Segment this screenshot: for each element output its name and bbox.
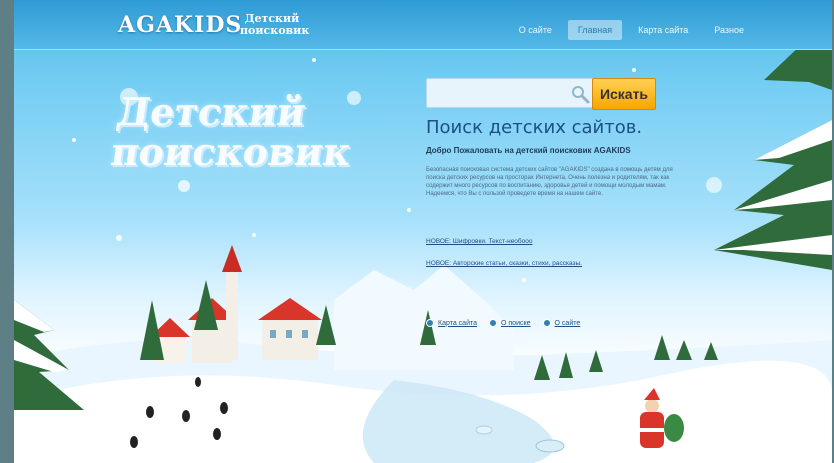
- footer-link-about[interactable]: О сайте: [542, 319, 581, 327]
- footer-links: Карта сайта О поиске О сайте: [426, 319, 580, 327]
- magnifier-icon: [572, 86, 590, 104]
- bullet-icon: [489, 319, 497, 327]
- site-logo[interactable]: AGAKIDS: [118, 12, 242, 38]
- nav-item-misc[interactable]: Разное: [704, 20, 754, 40]
- page-frame: AGAKIDS Детский поисковик О сайте Главна…: [14, 0, 832, 463]
- hero-title-line2: поисковик: [108, 129, 354, 174]
- footer-link-label: О сайте: [554, 319, 581, 327]
- footer-link-sitemap[interactable]: Карта сайта: [426, 319, 477, 327]
- search-input[interactable]: [426, 78, 594, 108]
- nav-item-sitemap[interactable]: Карта сайта: [628, 20, 698, 40]
- welcome-text: Добро Пожаловать на детский поисковик AG…: [426, 146, 631, 155]
- village: [150, 245, 322, 363]
- bullet-icon: [426, 319, 434, 327]
- logo-sub-line2: поисковик: [240, 24, 310, 37]
- footer-link-search-info[interactable]: О поиске: [489, 319, 531, 327]
- bullet-icon: [542, 319, 551, 327]
- nav-item-about[interactable]: О сайте: [509, 20, 562, 40]
- news-link-ciphers[interactable]: НОВОЕ: Шифровки. Текст-необооо: [426, 238, 533, 245]
- footer-link-label: Карта сайта: [438, 319, 477, 327]
- intro-paragraph: Безопасная поисковая система детских сай…: [426, 167, 673, 197]
- hero-title-line1: Детский: [113, 89, 309, 134]
- winter-scene: [14, 0, 832, 463]
- hero-title: Детский поисковик: [108, 89, 419, 174]
- footer-link-label: О поиске: [501, 319, 531, 327]
- top-navigation: О сайте Главная Карта сайта Разное: [509, 20, 754, 40]
- page-heading: Поиск детских сайтов.: [426, 117, 643, 138]
- site-logo-subtitle[interactable]: Детский поисковик: [240, 13, 309, 37]
- nav-item-home[interactable]: Главная: [567, 20, 623, 40]
- news-link-articles[interactable]: НОВОЕ: Авторские статьи, сказки, стихи, …: [426, 260, 582, 267]
- search-button[interactable]: Искать: [592, 78, 656, 110]
